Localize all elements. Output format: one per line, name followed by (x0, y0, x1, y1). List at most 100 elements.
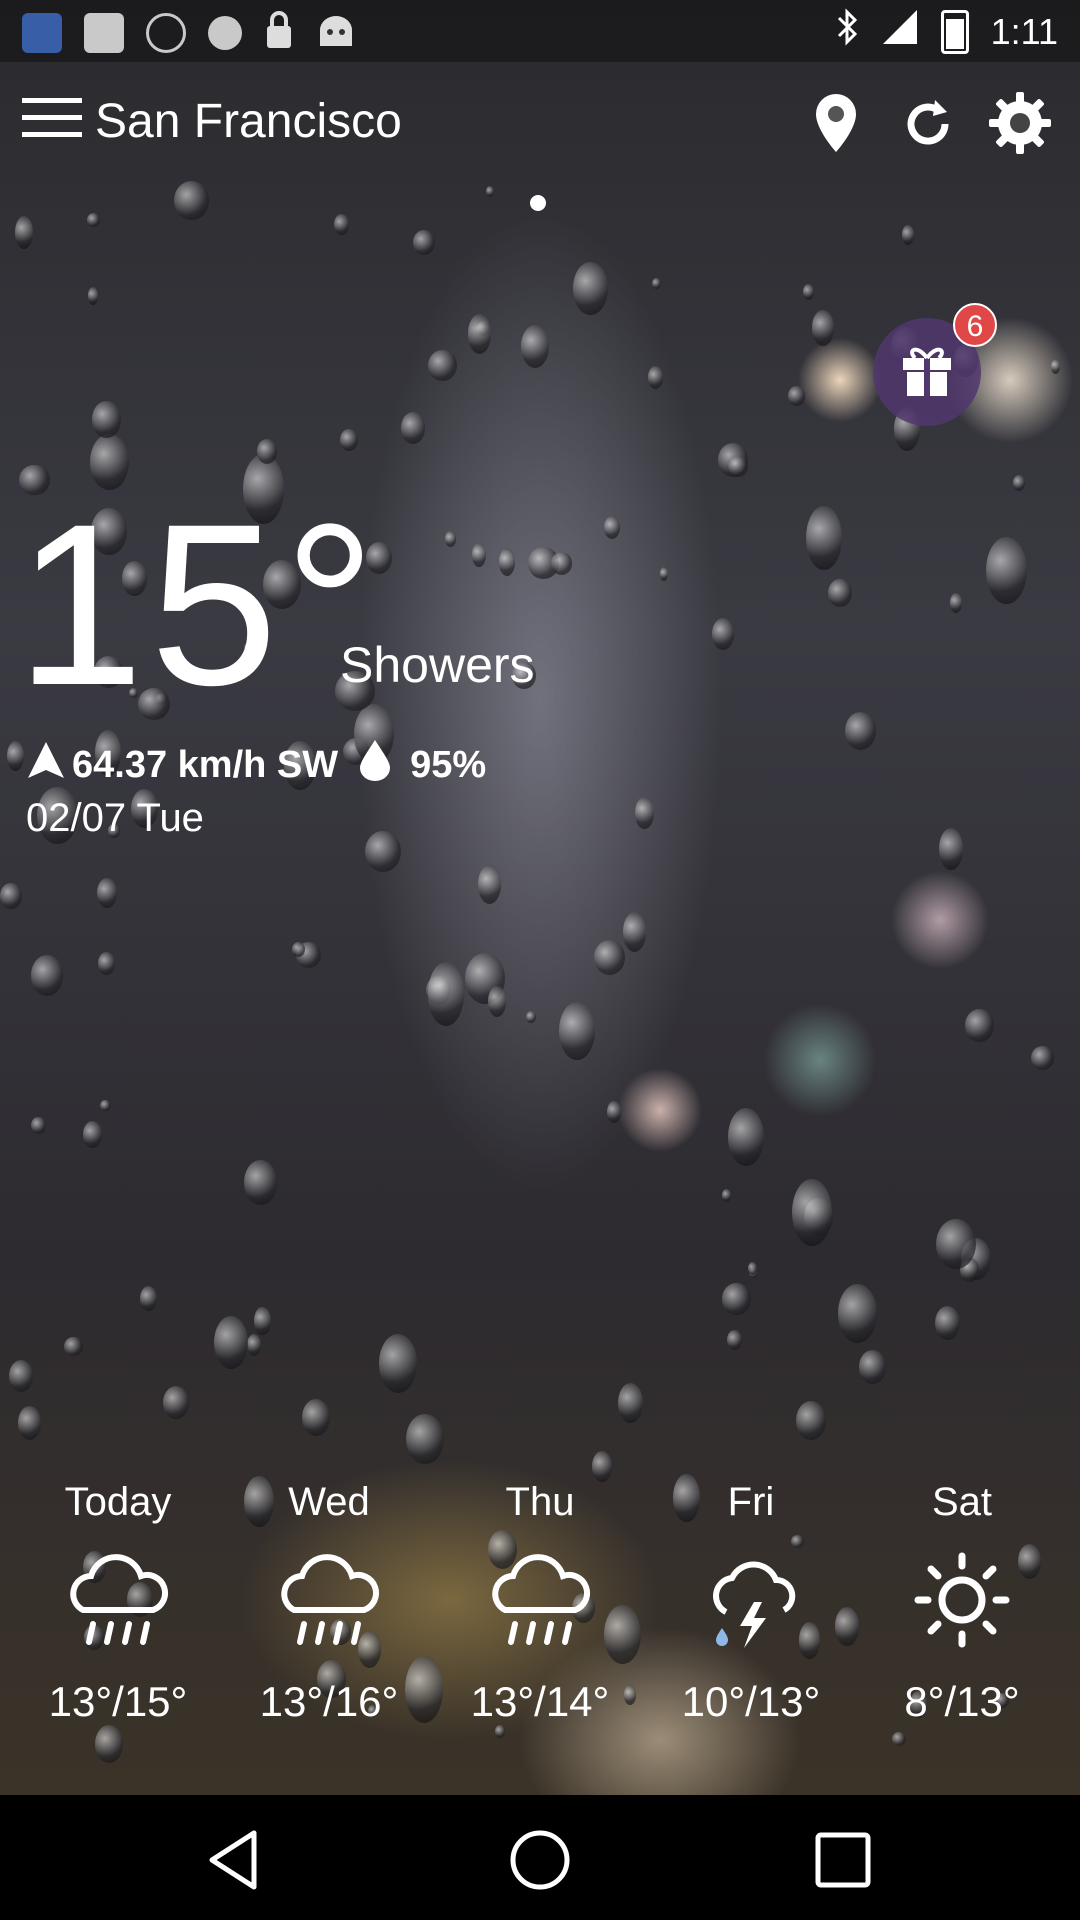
rain-drop (292, 941, 306, 957)
rain-drop (652, 278, 662, 289)
forecast-day-thu[interactable]: Thu 13°/14° (435, 1480, 645, 1726)
rain-drop (939, 828, 963, 871)
forecast-day-fri[interactable]: Fri 10°/13° (646, 1480, 856, 1726)
rain-drop (935, 1218, 977, 1269)
rain-drop (15, 216, 34, 249)
rain-drop (333, 213, 349, 235)
forecast-temp-range: 10°/13° (681, 1678, 821, 1725)
rain-drop (301, 1398, 330, 1436)
rain-drop (787, 385, 805, 406)
rain-drop (728, 455, 748, 478)
rain-drop (246, 1334, 262, 1357)
menu-icon[interactable] (22, 90, 82, 150)
rain-drop (486, 185, 495, 197)
rain-drop (378, 1334, 418, 1394)
rain-drop (617, 1382, 643, 1424)
wind-speed: 64.37 km/h SW (72, 743, 339, 786)
rain-drop (17, 1406, 41, 1440)
rain-drop (603, 516, 620, 540)
rain-drop (100, 1099, 111, 1112)
clock: 1:11 (990, 10, 1058, 52)
rain-drop (520, 325, 549, 368)
forecast-temp-range: 13°/14° (470, 1678, 610, 1725)
rain-drop (792, 1178, 832, 1246)
rain-drop (0, 882, 22, 910)
rain-drop (340, 428, 358, 451)
rain-drop (97, 877, 117, 908)
forecast-day-wed[interactable]: Wed 13°/16° (224, 1480, 434, 1726)
battery-icon (940, 9, 969, 54)
recents-icon[interactable] (808, 1825, 878, 1895)
forecast-day-name: Today (64, 1480, 172, 1524)
rain-drop (622, 911, 647, 952)
bluetooth-icon (835, 8, 859, 55)
rain-drop (558, 1002, 595, 1060)
rain-drop (858, 1350, 886, 1384)
humidity-drop-icon (358, 738, 392, 792)
rain-drop (592, 1451, 613, 1483)
forecast-strip: Today 13°/15° Wed 13°/16° Thu 13°/14° Fr… (0, 1480, 1080, 1770)
rain-drop (795, 1400, 826, 1441)
rain-drop (400, 411, 425, 445)
rain-cloud-icon (224, 1540, 434, 1660)
forecast-day-name: Thu (505, 1480, 575, 1524)
rain-drop (364, 830, 402, 873)
settings-gear-icon[interactable] (987, 90, 1053, 156)
rain-drop (828, 578, 852, 608)
wind-humidity-row: 64.37 km/h SW 95% (26, 738, 486, 792)
rain-drop (92, 400, 122, 439)
rain-cloud-icon (435, 1540, 645, 1660)
forecast-day-name: Fri (727, 1480, 775, 1524)
rain-drop (635, 796, 654, 829)
rain-drop (950, 592, 963, 613)
rain-drop (31, 1116, 46, 1135)
rain-drop (487, 985, 507, 1017)
rain-drop (254, 1307, 271, 1336)
rain-drop (477, 865, 501, 904)
rain-drop (837, 1284, 877, 1343)
rain-drop (427, 350, 457, 382)
rain-cloud-icon (13, 1540, 223, 1660)
rain-drop (964, 1008, 995, 1042)
rain-drop (257, 439, 278, 464)
rain-drop (844, 712, 876, 751)
refresh-icon[interactable] (895, 90, 961, 156)
signal-icon (881, 8, 919, 55)
status-bar: 1:11 (0, 0, 1080, 62)
rain-drop (243, 1159, 277, 1206)
forecast-day-sat[interactable]: Sat 8°/13° (857, 1480, 1067, 1726)
rain-drop (83, 1120, 103, 1148)
english-keyboard-icon (22, 12, 62, 53)
humidity-value: 95% (410, 743, 487, 786)
forecast-temp-range: 13°/16° (259, 1678, 399, 1725)
lock-icon (264, 10, 294, 55)
city-name[interactable]: San Francisco (95, 94, 402, 149)
rain-drop (647, 365, 664, 389)
gift-badge: 6 (953, 303, 997, 347)
rain-drop (98, 951, 115, 975)
location-pin-icon[interactable] (803, 90, 869, 156)
rain-drop (498, 548, 516, 576)
current-condition: Showers (340, 637, 535, 693)
gift-icon (897, 340, 957, 405)
info-icon (208, 15, 242, 50)
forecast-day-name: Sat (931, 1480, 993, 1524)
rain-drop (444, 530, 457, 548)
rain-drop (594, 940, 625, 975)
wind-direction-icon (26, 740, 66, 790)
rain-drop (406, 1413, 444, 1464)
android-icon (316, 12, 356, 53)
back-icon[interactable] (202, 1825, 272, 1895)
fake-gps-icon (84, 12, 124, 53)
sun-icon (857, 1540, 1067, 1660)
home-icon[interactable] (505, 1825, 575, 1895)
current-date: 02/07 Tue (26, 796, 204, 840)
satellite-icon (146, 12, 186, 53)
forecast-temp-range: 13°/15° (48, 1678, 188, 1725)
page-indicator (530, 195, 546, 211)
forecast-temp-range: 8°/13° (904, 1678, 1020, 1725)
top-bar: San Francisco (0, 70, 1080, 180)
forecast-day-today[interactable]: Today 13°/15° (13, 1480, 223, 1726)
rain-drop (8, 1359, 34, 1393)
current-temperature: 15° (16, 476, 382, 733)
